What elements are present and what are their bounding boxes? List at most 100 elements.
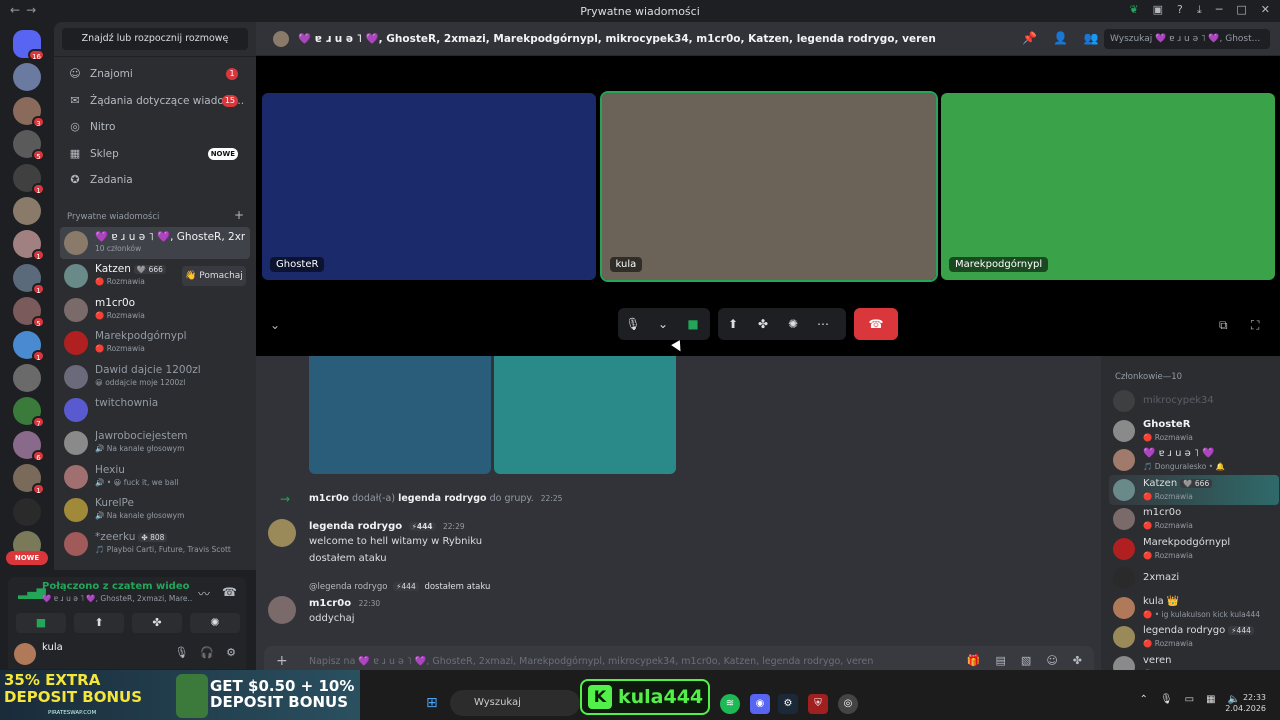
pin-icon[interactable]: 📌 xyxy=(1022,31,1037,45)
video-tile[interactable]: Marekpodgórnypl xyxy=(941,93,1275,280)
gift-icon[interactable]: 🎁 xyxy=(967,654,981,667)
dm-item[interactable]: KurelPe 🔊 Na kanale głosowym xyxy=(60,494,250,526)
attach-plus-icon[interactable]: + xyxy=(276,653,288,669)
display-icon[interactable]: ▭ xyxy=(1185,694,1194,705)
help-icon[interactable]: ? xyxy=(1177,3,1183,17)
member-item[interactable]: kula 👑 🔴 • ig kulakulson kick kula444 xyxy=(1109,593,1279,623)
join-target[interactable]: legenda rodrygo xyxy=(398,493,486,504)
message-author[interactable]: legenda rodrygo xyxy=(309,521,402,532)
server-icon[interactable]: 6 xyxy=(13,430,45,462)
user-name[interactable]: kula xyxy=(42,642,63,653)
nav-item-mail[interactable]: ✉ Żądania dotyczące wiadom... 15 xyxy=(62,89,248,113)
noise-suppression-icon[interactable]: 〰 xyxy=(198,585,210,602)
dm-item[interactable]: 💜 ɐ ɹ u ǝ ˥ 💜, GhosteR, 2xma...10 członk… xyxy=(60,227,250,259)
chevron-down-icon[interactable]: ⌄ xyxy=(648,317,678,331)
server-icon[interactable]: 5 xyxy=(13,130,45,162)
video-tile[interactable]: kula xyxy=(599,91,938,282)
headphones-icon[interactable]: 🎧 xyxy=(200,646,214,659)
members-list-icon[interactable]: 👥 xyxy=(1084,31,1099,45)
activities-button[interactable]: ✤ xyxy=(132,613,182,633)
dm-item[interactable]: Hexiu 🔊 • 😀 fuck it, we ball xyxy=(60,461,250,493)
avatar[interactable] xyxy=(268,596,296,624)
popout-icon[interactable]: ⧉ xyxy=(1219,318,1228,333)
member-item[interactable]: 2xmazi xyxy=(1109,563,1279,593)
server-icon[interactable]: 1 xyxy=(13,330,45,362)
create-dm-icon[interactable]: + xyxy=(234,208,244,222)
nav-item-nitro[interactable]: ◎ Nitro xyxy=(62,115,248,139)
camera-icon[interactable]: ■ xyxy=(678,317,708,331)
join-actor[interactable]: m1cr0o xyxy=(309,493,349,504)
server-icon[interactable]: 1 xyxy=(13,263,45,295)
camera-button[interactable]: ■ xyxy=(16,613,66,633)
spotify-icon[interactable]: ≋ xyxy=(720,694,740,714)
screen-share-button[interactable]: ⬆ xyxy=(74,613,124,633)
dm-item[interactable]: Katzen 🩶 666 🔴 Rozmawia 👋 Pomachaj xyxy=(60,260,250,292)
media-attachment[interactable] xyxy=(309,356,491,474)
server-icon[interactable]: 3 xyxy=(13,96,45,128)
new-servers-pill[interactable]: NOWE xyxy=(6,551,48,565)
server-icon[interactable]: 1 xyxy=(13,464,45,496)
member-item[interactable]: legenda rodrygo ⚡444 🔴 Rozmawia xyxy=(1109,622,1279,652)
disconnect-icon[interactable]: ☎ xyxy=(222,585,237,599)
taskbar-search[interactable]: Wyszukaj xyxy=(450,690,580,716)
avatar[interactable] xyxy=(268,519,296,547)
microphone-icon[interactable]: 🎙 xyxy=(618,317,648,331)
microphone-icon[interactable]: 🎙 xyxy=(1160,694,1173,705)
chevron-up-icon[interactable]: ⌃ xyxy=(1140,694,1148,705)
soundboard-button[interactable]: ✺ xyxy=(190,613,240,633)
search-input[interactable]: Wyszukaj 💜 ɐ ɹ u ǝ ˥ 💜, Ghost... xyxy=(1104,29,1270,49)
media-attachment[interactable] xyxy=(494,356,676,474)
close-icon[interactable]: ✕ xyxy=(1261,3,1270,17)
member-item[interactable]: GhosteR 🔴 Rozmawia xyxy=(1109,416,1279,446)
member-item[interactable]: Katzen 🩶 666 🔴 Rozmawia xyxy=(1109,474,1279,505)
steam-icon[interactable]: ⚙ xyxy=(778,694,798,714)
avatar[interactable] xyxy=(14,643,36,665)
minimize-icon[interactable]: ─ xyxy=(1216,3,1223,17)
gif-icon[interactable]: ▤ xyxy=(996,654,1006,667)
shield-icon[interactable]: ⛨ xyxy=(808,694,828,714)
inbox-icon[interactable]: ▣ xyxy=(1153,3,1163,17)
server-icon[interactable]: 1 xyxy=(13,163,45,195)
obs-icon[interactable]: ◎ xyxy=(838,694,858,714)
soundboard-icon[interactable]: ✺ xyxy=(778,317,808,331)
video-tile[interactable]: GhosteR xyxy=(262,93,596,280)
nav-item-quests[interactable]: ✪ Zadania xyxy=(62,168,248,192)
nav-item-shop[interactable]: ▦ Sklep NOWE xyxy=(62,142,248,166)
dm-item[interactable]: Jawrobociejestem 🔊 Na kanale głosowym xyxy=(60,427,250,459)
screen-share-icon[interactable]: ⬆ xyxy=(718,317,748,331)
member-item[interactable]: mikrocypek34 xyxy=(1109,386,1279,416)
discord-icon[interactable]: ◉ xyxy=(750,694,770,714)
server-icon[interactable]: 5 xyxy=(13,297,45,329)
server-icon[interactable] xyxy=(13,497,41,526)
voice-channel-name[interactable]: 💜 ɐ ɹ u ǝ ˥ 💜, GhosteR, 2xmazi, Mare... xyxy=(42,594,192,603)
download-icon[interactable]: ⤓ xyxy=(1197,3,1202,17)
network-icon[interactable]: ▦ xyxy=(1206,694,1215,705)
dm-item[interactable]: m1cr0o 🔴 Rozmawia xyxy=(60,294,250,326)
server-icon[interactable]: 1 xyxy=(13,230,45,262)
find-conversation-button[interactable]: Znajdź lub rozpocznij rozmowę xyxy=(62,28,248,50)
leaf-icon[interactable]: ❦ xyxy=(1129,3,1138,17)
gear-icon[interactable]: ⚙ xyxy=(226,646,236,659)
server-icon[interactable] xyxy=(13,63,41,92)
end-call-button[interactable]: ☎ xyxy=(854,308,898,340)
dm-item[interactable]: twitchownia xyxy=(60,394,250,426)
server-icon[interactable] xyxy=(13,197,41,225)
member-item[interactable]: m1cr0o 🔴 Rozmawia xyxy=(1109,504,1279,534)
message-author[interactable]: m1cr0o xyxy=(309,598,351,609)
nav-item-friends[interactable]: ☺ Znajomi 1 xyxy=(62,62,248,86)
sticker-icon[interactable]: ▧ xyxy=(1021,654,1031,667)
member-item[interactable]: Marekpodgórnypl 🔴 Rozmawia xyxy=(1109,534,1279,564)
fullscreen-icon[interactable]: ⛶ xyxy=(1251,318,1259,333)
server-icon[interactable] xyxy=(13,364,41,392)
emoji-icon[interactable]: ☺ xyxy=(1046,654,1057,667)
system-clock[interactable]: 22:33 2.04.2026 xyxy=(1225,692,1266,714)
maximize-icon[interactable]: □ xyxy=(1236,3,1246,17)
add-member-icon[interactable]: 👤 xyxy=(1053,31,1068,45)
server-icon[interactable]: 7 xyxy=(13,397,45,429)
wave-button[interactable]: 👋 Pomachaj xyxy=(182,266,246,287)
dm-item[interactable]: Dawid dajcie 1200zl 😀 oddajcie moje 1200z… xyxy=(60,361,250,393)
reply-preview[interactable]: @legenda rodrygo ⚡444 dostałem ataku xyxy=(309,582,490,592)
dm-item[interactable]: Marekpodgórnypl 🔴 Rozmawia xyxy=(60,327,250,359)
message-input[interactable]: Napisz na 💜 ɐ ɹ u ǝ ˥ 💜, GhosteR, 2xmazi… xyxy=(309,656,959,667)
activities-icon[interactable]: ✤ xyxy=(748,317,778,331)
